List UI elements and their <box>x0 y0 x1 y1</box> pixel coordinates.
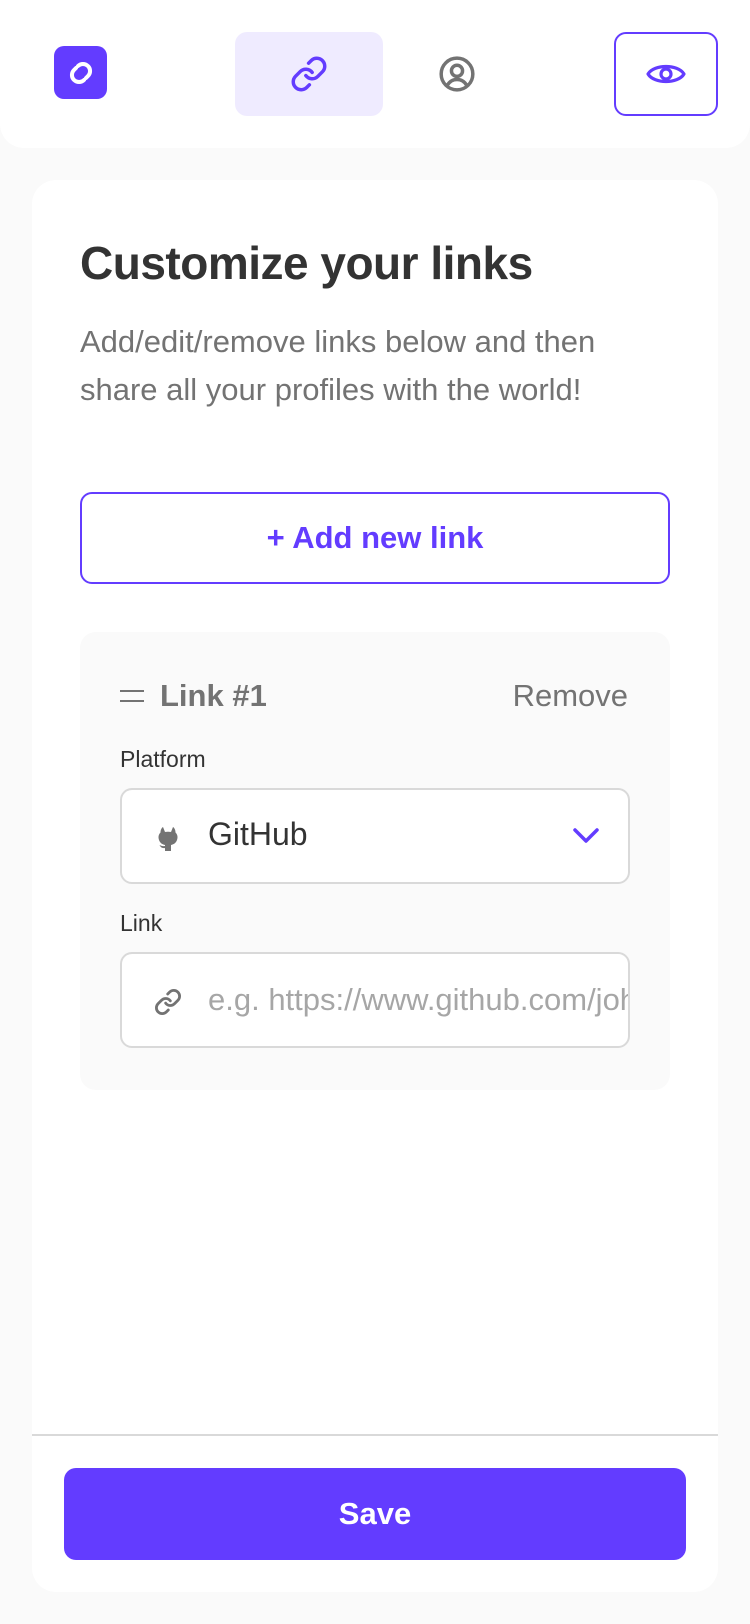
chevron-down-icon <box>573 828 599 843</box>
link-url-input[interactable] <box>208 954 628 1046</box>
link-logo-icon <box>69 61 92 84</box>
link-label: Link <box>120 910 163 936</box>
page-subtitle: Add/edit/remove links below and then sha… <box>80 324 596 407</box>
platform-select[interactable]: GitHub <box>120 788 630 884</box>
eye-icon <box>646 64 686 84</box>
link-heading: Link #1 <box>160 678 267 713</box>
footer-divider <box>32 1434 718 1436</box>
link-icon <box>155 989 181 1015</box>
top-nav <box>0 0 750 148</box>
link-icon <box>291 56 327 92</box>
links-editor-card: Customize your links Add/edit/remove lin… <box>32 180 718 1592</box>
page-title: Customize your links <box>80 237 533 289</box>
platform-value: GitHub <box>208 816 308 852</box>
remove-link-button[interactable]: Remove <box>513 678 628 714</box>
link-item: Link #1 Remove Platform GitHub Link <box>80 632 670 1090</box>
drag-handle-icon[interactable] <box>120 690 144 704</box>
save-button[interactable]: Save <box>64 1468 686 1560</box>
link-url-field <box>120 952 630 1048</box>
tab-profile[interactable] <box>383 32 531 116</box>
tab-links[interactable] <box>235 32 383 116</box>
add-new-link-button[interactable]: + Add new link <box>80 492 670 584</box>
preview-button[interactable] <box>614 32 718 116</box>
user-circle-icon <box>439 56 475 92</box>
app-logo[interactable] <box>54 46 107 99</box>
github-icon <box>158 827 178 851</box>
platform-label: Platform <box>120 746 206 772</box>
